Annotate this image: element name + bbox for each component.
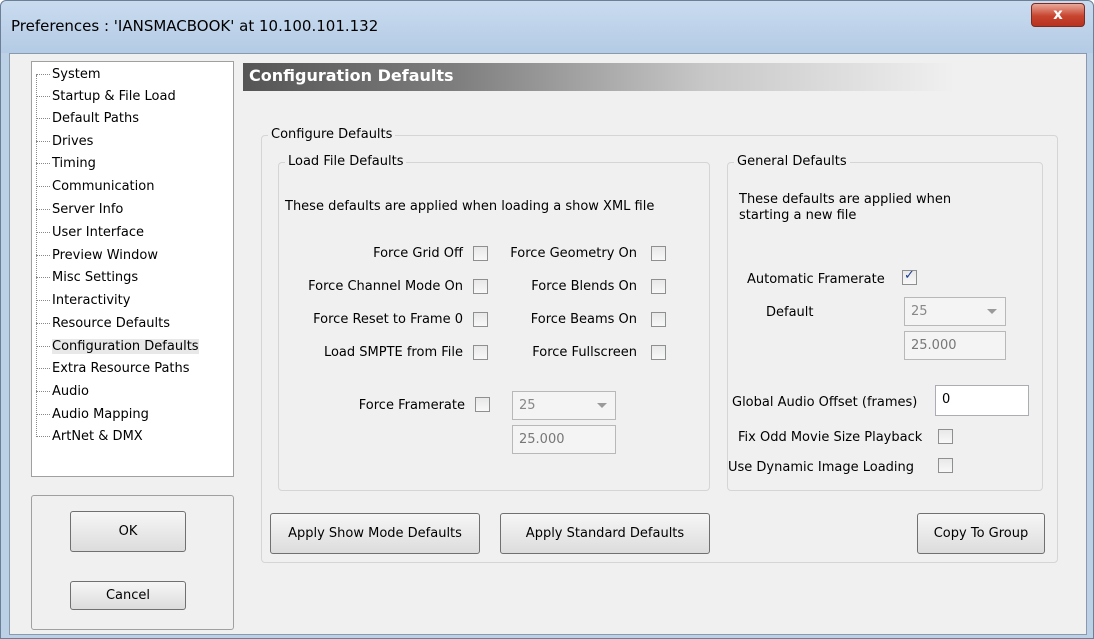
force-blends-on-checkbox[interactable] — [651, 279, 666, 294]
chevron-down-icon — [597, 403, 607, 408]
tree-item-label: Communication — [52, 179, 155, 194]
tree-item-extra-resource-paths[interactable]: Extra Resource Paths — [36, 358, 190, 380]
tree-item-communication[interactable]: Communication — [36, 176, 154, 198]
tree-item-label: Interactivity — [52, 293, 131, 308]
tree-item-label: Audio — [52, 384, 89, 399]
load-file-defaults-title: Load File Defaults — [285, 154, 407, 170]
default-framerate-exact: 25.000 — [904, 331, 1006, 360]
tree-item-server-info[interactable]: Server Info — [36, 199, 123, 221]
preferences-tree: System Startup & File Load Default Paths… — [31, 61, 234, 477]
force-framerate-select[interactable]: 25 — [512, 391, 616, 420]
automatic-framerate-label: Automatic Framerate — [747, 272, 885, 287]
tree-item-misc-settings[interactable]: Misc Settings — [36, 267, 138, 289]
global-audio-offset-input[interactable]: 0 — [935, 385, 1029, 416]
use-dynamic-image-loading-checkbox[interactable] — [938, 458, 953, 473]
tree-item-label: Default Paths — [52, 111, 139, 126]
tree-item-label: Timing — [52, 156, 96, 171]
force-beams-on-checkbox[interactable] — [651, 312, 666, 327]
tree-item-resource-defaults[interactable]: Resource Defaults — [36, 313, 170, 335]
tree-item-timing[interactable]: Timing — [36, 153, 96, 175]
force-fullscreen-label: Force Fullscreen — [532, 345, 637, 360]
tree-item-artnet-dmx[interactable]: ArtNet & DMX — [36, 426, 143, 448]
fix-odd-movie-size-checkbox[interactable] — [938, 429, 953, 444]
tree-item-label: Drives — [52, 134, 94, 149]
tree-item-user-interface[interactable]: User Interface — [36, 222, 144, 244]
tree-item-label: Misc Settings — [52, 270, 139, 285]
tree-item-configuration-defaults[interactable]: Configuration Defaults — [36, 336, 199, 358]
force-grid-off-label: Force Grid Off — [373, 246, 463, 261]
tree-item-label: Server Info — [52, 202, 124, 217]
section-header: Configuration Defaults — [243, 63, 1081, 91]
load-smpte-from-file-label: Load SMPTE from File — [323, 345, 463, 360]
tree-item-system[interactable]: System — [36, 64, 100, 86]
force-reset-to-frame-0-label: Force Reset to Frame 0 — [313, 312, 463, 327]
general-description-line2: starting a new file — [739, 208, 857, 223]
copy-to-group-button[interactable]: Copy To Group — [917, 513, 1045, 554]
ok-button[interactable]: OK — [70, 511, 186, 552]
tree-item-audio-mapping[interactable]: Audio Mapping — [36, 404, 149, 426]
configure-defaults-group: Configure Defaults Load File Defaults Th… — [261, 127, 1058, 563]
force-framerate-value: 25 — [519, 398, 536, 413]
apply-show-mode-defaults-button[interactable]: Apply Show Mode Defaults — [270, 513, 480, 554]
general-description-line1: These defaults are applied when — [739, 192, 952, 207]
apply-standard-defaults-button[interactable]: Apply Standard Defaults — [500, 513, 710, 554]
force-reset-to-frame-0-checkbox[interactable] — [473, 312, 488, 327]
tree-item-preview-window[interactable]: Preview Window — [36, 245, 158, 267]
default-framerate-select[interactable]: 25 — [904, 297, 1006, 326]
preferences-window: Preferences : 'IANSMACBOOK' at 10.100.10… — [0, 0, 1094, 639]
client-area: System Startup & File Load Default Paths… — [9, 53, 1087, 635]
tree-item-label: Preview Window — [52, 248, 158, 263]
force-geometry-on-label: Force Geometry On — [510, 246, 637, 261]
tree-item-default-paths[interactable]: Default Paths — [36, 108, 139, 130]
fix-odd-movie-size-label: Fix Odd Movie Size Playback — [738, 430, 923, 445]
tree-item-label: Audio Mapping — [52, 407, 149, 422]
close-button[interactable]: x — [1031, 3, 1085, 27]
tree-item-label: ArtNet & DMX — [52, 429, 143, 444]
force-fullscreen-checkbox[interactable] — [651, 345, 666, 360]
global-audio-offset-label: Global Audio Offset (frames) — [732, 395, 918, 410]
force-grid-off-checkbox[interactable] — [473, 246, 488, 261]
force-framerate-label: Force Framerate — [358, 398, 465, 413]
cancel-button[interactable]: Cancel — [70, 581, 186, 610]
tree-item-drives[interactable]: Drives — [36, 131, 93, 153]
tree-item-label: Configuration Defaults — [52, 339, 199, 354]
force-beams-on-label: Force Beams On — [530, 312, 637, 327]
automatic-framerate-checkbox[interactable] — [902, 268, 917, 285]
default-framerate-label: Default — [766, 305, 814, 320]
window-title: Preferences : 'IANSMACBOOK' at 10.100.10… — [11, 17, 379, 35]
tree-item-audio[interactable]: Audio — [36, 381, 89, 403]
force-framerate-exact: 25.000 — [512, 425, 616, 454]
chevron-down-icon — [987, 309, 997, 314]
load-smpte-from-file-checkbox[interactable] — [473, 345, 488, 360]
dialog-buttons-panel: OK Cancel — [31, 495, 234, 630]
force-channel-mode-on-label: Force Channel Mode On — [308, 279, 463, 294]
force-blends-on-label: Force Blends On — [531, 279, 637, 294]
title-bar[interactable]: Preferences : 'IANSMACBOOK' at 10.100.10… — [1, 1, 1093, 53]
use-dynamic-image-loading-label: Use Dynamic Image Loading — [728, 460, 915, 475]
configure-defaults-title: Configure Defaults — [268, 127, 396, 143]
tree-item-label: Extra Resource Paths — [52, 361, 190, 376]
tree-item-interactivity[interactable]: Interactivity — [36, 290, 130, 312]
tree-item-label: Startup & File Load — [52, 89, 176, 104]
tree-item-startup-file-load[interactable]: Startup & File Load — [36, 86, 176, 108]
force-framerate-checkbox[interactable] — [475, 397, 490, 412]
tree-item-label: Resource Defaults — [52, 316, 171, 331]
load-file-defaults-group: Load File Defaults These defaults are ap… — [278, 154, 710, 491]
default-framerate-value: 25 — [911, 304, 928, 319]
general-defaults-title: General Defaults — [734, 154, 850, 170]
tree-item-label: User Interface — [52, 225, 144, 240]
force-channel-mode-on-checkbox[interactable] — [473, 279, 488, 294]
force-geometry-on-checkbox[interactable] — [651, 246, 666, 261]
load-file-description: These defaults are applied when loading … — [285, 199, 655, 214]
tree-item-label: System — [52, 67, 101, 82]
